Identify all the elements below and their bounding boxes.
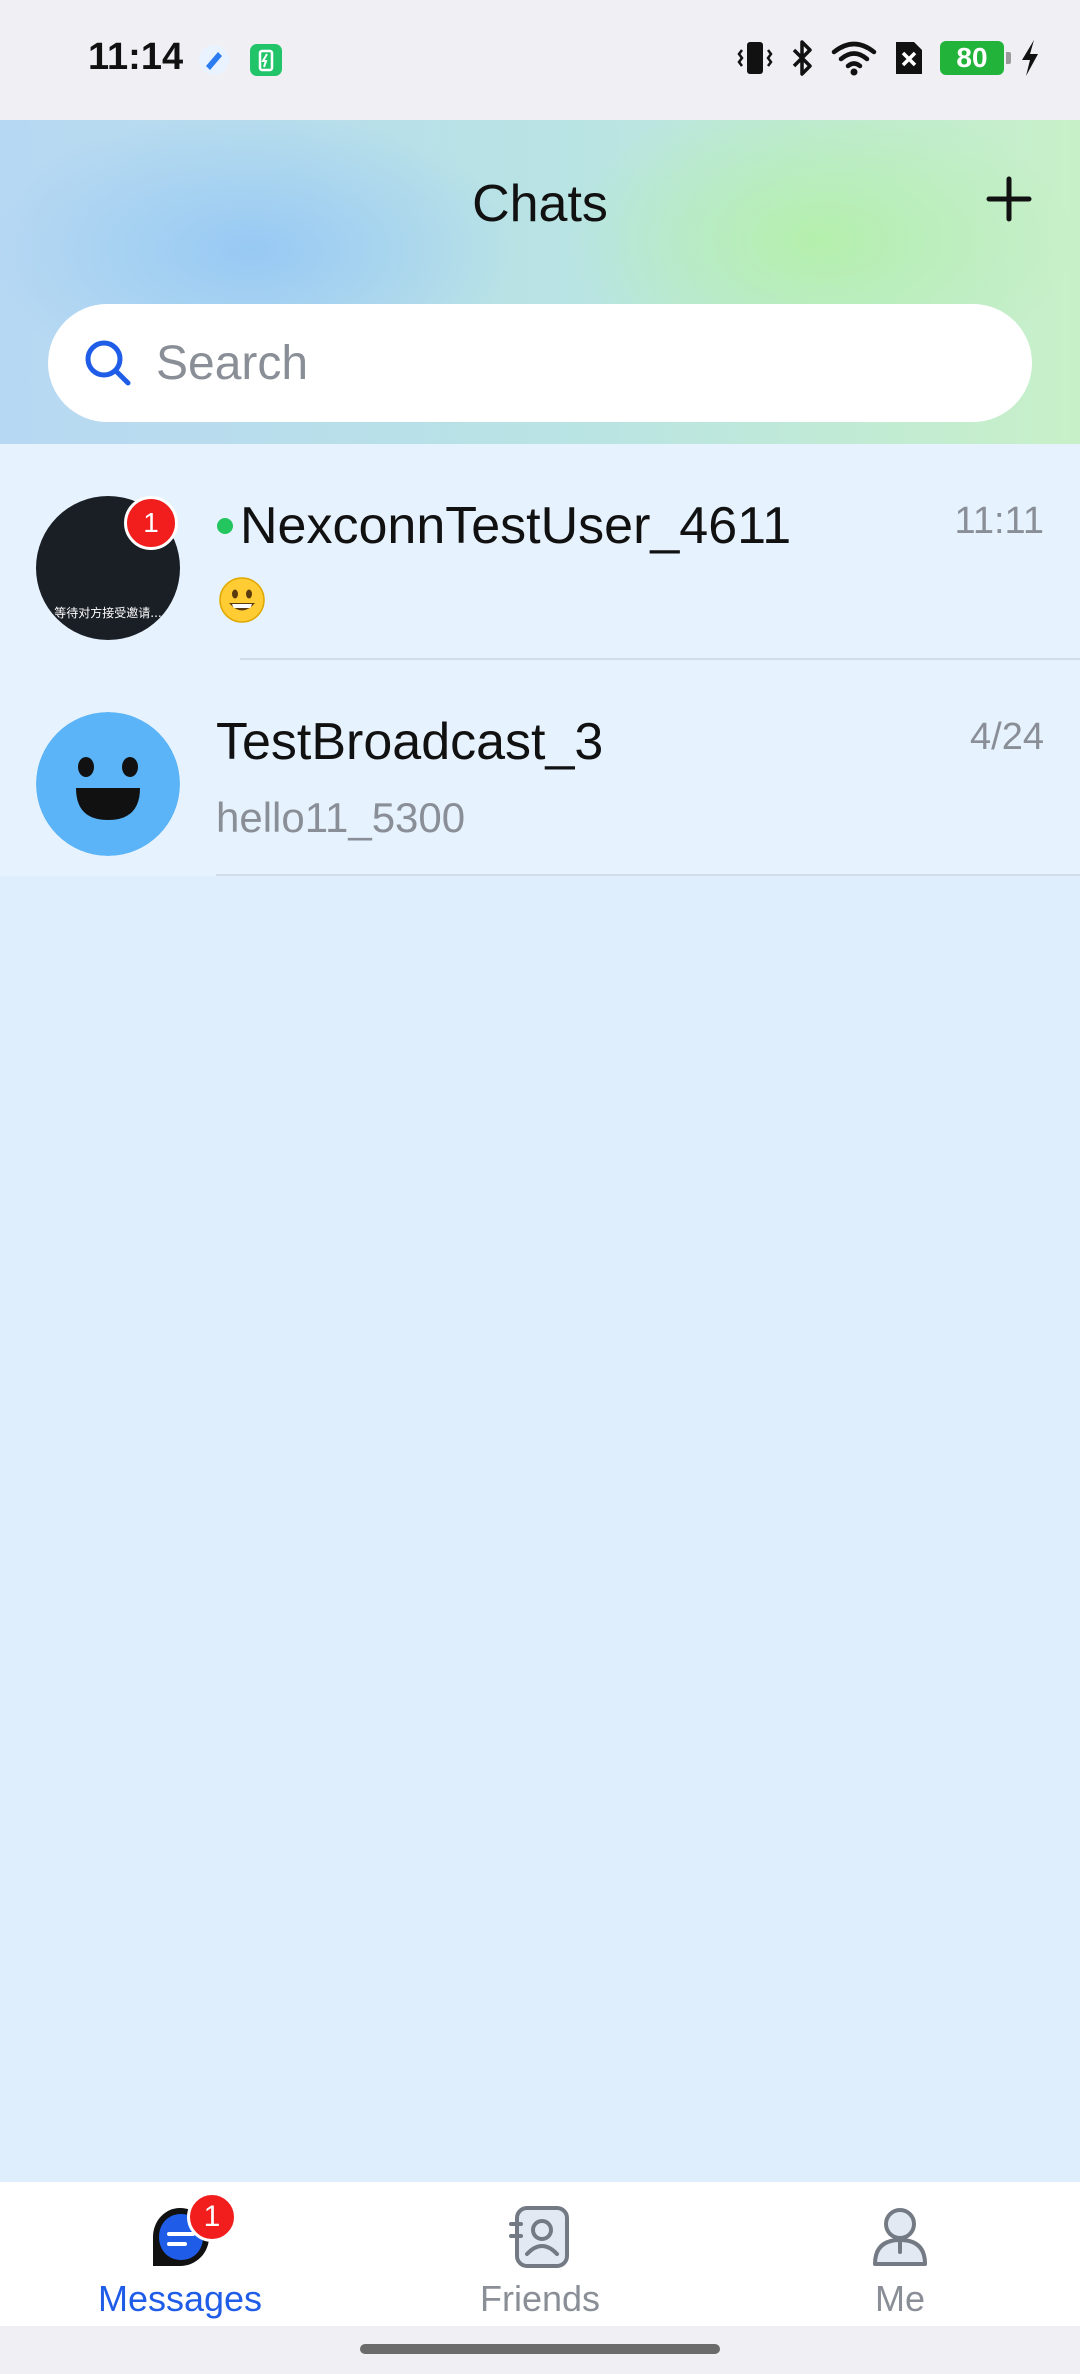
add-button[interactable] bbox=[978, 168, 1040, 230]
bottom-nav: 1 Messages Friends Me bbox=[0, 2182, 1080, 2326]
search-input[interactable] bbox=[156, 335, 976, 391]
no-sim-icon bbox=[896, 42, 922, 74]
page-title: Chats bbox=[472, 175, 608, 233]
chat-name: NexconnTestUser_4611 bbox=[240, 497, 792, 555]
tab-label: Messages bbox=[97, 2278, 263, 2319]
friends-icon bbox=[509, 2206, 569, 2268]
vibrate-icon bbox=[737, 42, 773, 74]
battery-icon: 80 bbox=[940, 41, 1011, 75]
charging-icon bbox=[1022, 40, 1038, 76]
friends-icon-wrap bbox=[505, 2202, 575, 2272]
chat-preview: hello11_5300 bbox=[216, 794, 466, 841]
me-icon-wrap bbox=[865, 2202, 935, 2272]
status-left-icons bbox=[196, 42, 284, 78]
chat-item[interactable]: TestBroadcast_3 4/24 hello11_5300 bbox=[0, 660, 1080, 876]
gesture-area bbox=[0, 2326, 1080, 2374]
grinning-face-icon bbox=[219, 577, 265, 623]
unread-badge: 1 bbox=[124, 496, 178, 550]
tab-label: Me bbox=[874, 2278, 925, 2319]
battery-saver-icon bbox=[250, 44, 282, 76]
messages-badge-count: 1 bbox=[203, 2200, 221, 2233]
status-right-icons: 80 bbox=[736, 38, 1042, 78]
tab-messages[interactable]: 1 Messages bbox=[0, 2182, 360, 2326]
bluetooth-icon bbox=[792, 40, 812, 76]
chat-time: 11:11 bbox=[954, 500, 1044, 542]
wifi-icon bbox=[831, 41, 877, 76]
plus-icon bbox=[986, 176, 1032, 222]
search-bar[interactable] bbox=[48, 304, 1032, 422]
status-bar: 11:14 80 bbox=[0, 0, 1080, 120]
unread-count: 1 bbox=[143, 507, 159, 538]
chat-list: 等待对方接受邀请... 1 NexconnTestUser_4611 11:11… bbox=[0, 444, 1080, 876]
tab-friends[interactable]: Friends bbox=[360, 2182, 720, 2326]
search-icon bbox=[85, 340, 131, 386]
tab-me[interactable]: Me bbox=[720, 2182, 1080, 2326]
app-notification-icon bbox=[199, 45, 229, 75]
messages-icon-wrap: 1 bbox=[145, 2192, 237, 2272]
avatar-caption: 等待对方接受邀请... bbox=[54, 606, 162, 620]
online-status-dot bbox=[217, 518, 233, 534]
battery-level: 80 bbox=[956, 42, 988, 73]
avatar bbox=[36, 712, 180, 856]
chat-item[interactable]: 等待对方接受邀请... 1 NexconnTestUser_4611 11:11 bbox=[0, 444, 1080, 660]
chat-name: TestBroadcast_3 bbox=[216, 713, 604, 771]
header: Chats bbox=[0, 120, 1080, 444]
home-indicator[interactable] bbox=[360, 2344, 720, 2354]
me-icon bbox=[873, 2208, 927, 2266]
divider bbox=[216, 874, 1080, 876]
messages-badge: 1 bbox=[187, 2192, 237, 2242]
tab-label: Friends bbox=[479, 2278, 601, 2319]
status-time: 11:14 bbox=[88, 36, 184, 78]
chat-time: 4/24 bbox=[970, 716, 1044, 758]
